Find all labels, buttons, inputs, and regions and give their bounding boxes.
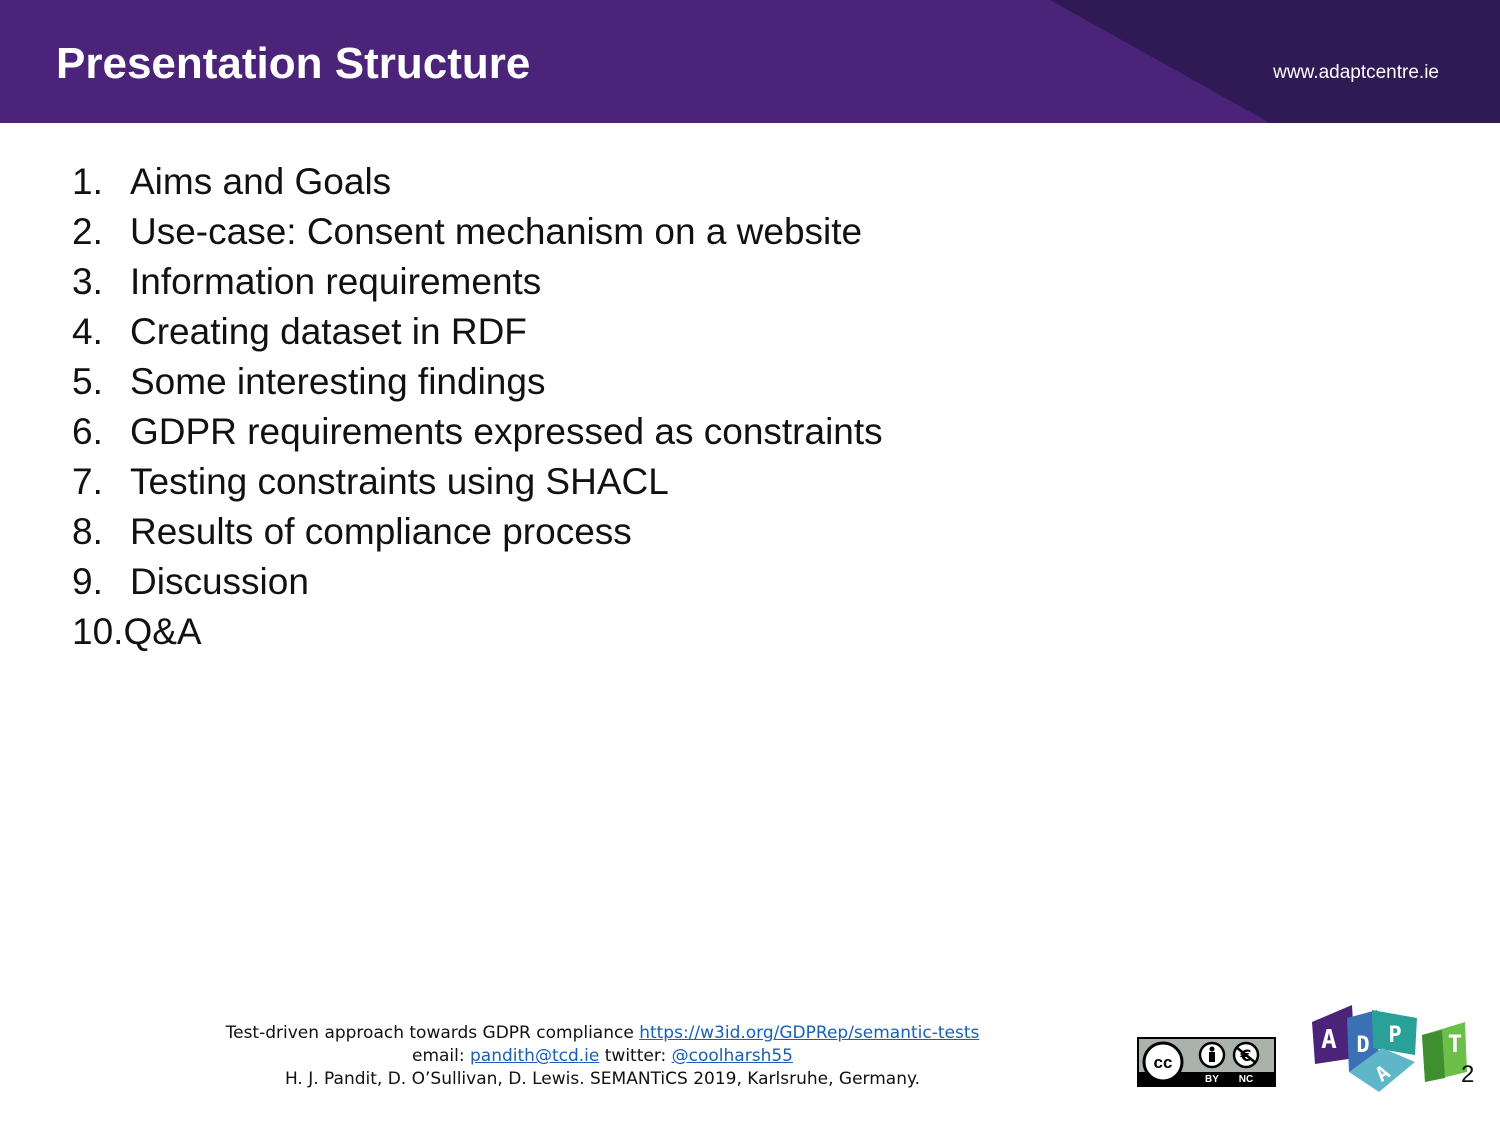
agenda-item: 6. GDPR requirements expressed as constra… (72, 407, 883, 457)
agenda-item: 5. Some interesting findings (72, 357, 883, 407)
agenda-item-label: Aims and Goals (130, 161, 392, 202)
agenda-item-label: Some interesting findings (130, 361, 546, 402)
footer-line-1: Test-driven approach towards GDPR compli… (70, 1022, 1135, 1045)
agenda-item-label: Information requirements (130, 261, 542, 302)
agenda-item: 2. Use-case: Consent mechanism on a websi… (72, 207, 883, 257)
by-text: BY (1205, 1074, 1219, 1085)
cc-by-nc-icon: cc € BY NC (1139, 1039, 1274, 1085)
agenda-item: 10.Q&A (72, 607, 883, 657)
cc-text: cc (1154, 1053, 1173, 1072)
agenda-item: 7. Testing constraints using SHACL (72, 457, 883, 507)
agenda-item: 3. Information requirements (72, 257, 883, 307)
slide-footer: Test-driven approach towards GDPR compli… (70, 1022, 1135, 1091)
agenda-item-number: 7. (72, 461, 103, 502)
agenda-item-number: 8. (72, 511, 103, 552)
footer-citation: H. J. Pandit, D. O’Sullivan, D. Lewis. S… (284, 1069, 921, 1089)
logo-letter-t: T (1448, 1030, 1462, 1058)
agenda-item: 8. Results of compliance process (72, 507, 883, 557)
cc-license-badge: cc € BY NC (1137, 1037, 1276, 1087)
twitter-label: twitter: (599, 1046, 672, 1066)
logo-letter-p: P (1388, 1023, 1401, 1048)
agenda-item-label: Creating dataset in RDF (130, 311, 527, 352)
agenda-item-label: Results of compliance process (130, 511, 632, 552)
agenda-item-label: Discussion (130, 561, 309, 602)
agenda-item-number: 3. (72, 261, 103, 302)
agenda-list: 1. Aims and Goals 2. Use-case: Consent mec… (72, 157, 883, 657)
agenda-item: 4. Creating dataset in RDF (72, 307, 883, 357)
twitter-link[interactable]: @coolharsh55 (672, 1046, 793, 1066)
footer-line-2: email: pandith@tcd.ie twitter: @coolhars… (70, 1045, 1135, 1068)
site-url: www.adaptcentre.ie (1273, 62, 1439, 83)
agenda-item-label: Testing constraints using SHACL (130, 461, 669, 502)
agenda-item-number: 6. (72, 411, 103, 452)
footer-paper-title: Test-driven approach towards GDPR compli… (225, 1023, 640, 1043)
logo-letter-a: A (1321, 1025, 1337, 1055)
slide-title: Presentation Structure (56, 39, 531, 88)
slide-header: Presentation Structure www.adaptcentre.i… (0, 0, 1500, 123)
nc-text: NC (1239, 1074, 1253, 1085)
email-label: email: (412, 1046, 471, 1066)
logo-letter-d: D (1356, 1033, 1369, 1058)
agenda-item-number: 10. (72, 611, 124, 652)
agenda-item-number: 4. (72, 311, 103, 352)
agenda-item: 9. Discussion (72, 557, 883, 607)
adapt-logo: A D P A T (1312, 1005, 1467, 1092)
page-number: 2 (1461, 1061, 1475, 1088)
agenda-item-number: 2. (72, 211, 103, 252)
agenda-item-number: 1. (72, 161, 103, 202)
agenda-item-label: GDPR requirements expressed as constrain… (130, 411, 883, 452)
agenda-item-number: 5. (72, 361, 103, 402)
agenda-item-label: Use-case: Consent mechanism on a website (130, 211, 863, 252)
email-link[interactable]: pandith@tcd.ie (470, 1046, 599, 1066)
agenda-item: 1. Aims and Goals (72, 157, 883, 207)
agenda-item-number: 9. (72, 561, 103, 602)
project-link[interactable]: https://w3id.org/GDPRep/semantic-tests (639, 1023, 979, 1043)
agenda-item-label: Q&A (123, 611, 202, 652)
